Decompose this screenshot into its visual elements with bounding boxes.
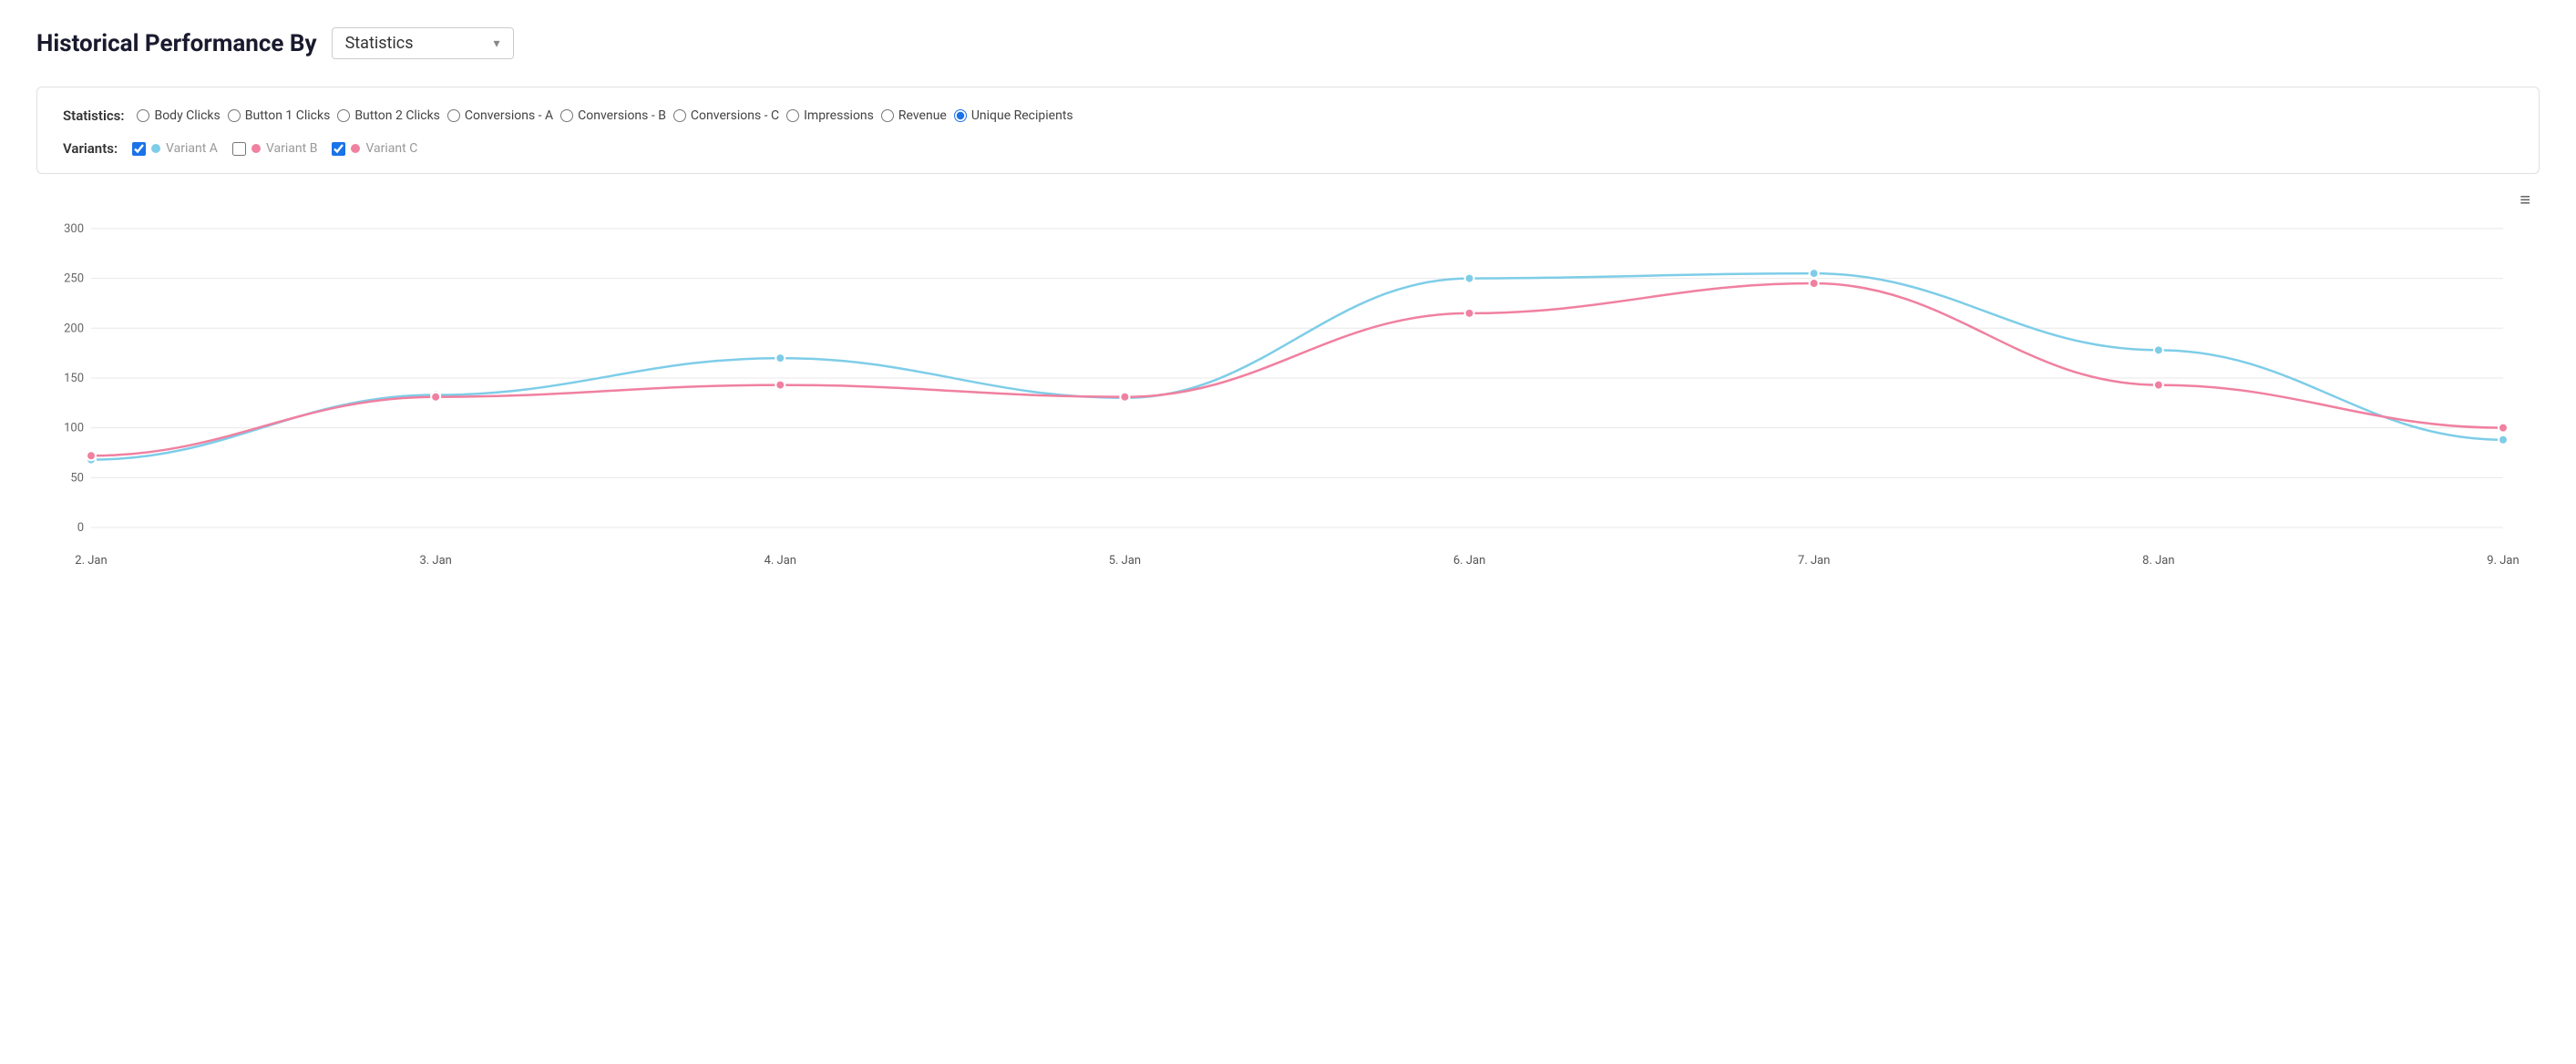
header-row: Historical Performance By Statistics ▾ <box>36 27 2540 59</box>
variant-item-variant-b[interactable]: Variant B <box>232 141 318 156</box>
variant-color-dot <box>251 144 261 153</box>
variants-options: Variant A Variant B Variant C <box>132 141 417 156</box>
svg-text:100: 100 <box>64 422 84 435</box>
svg-text:7. Jan: 7. Jan <box>1798 554 1830 568</box>
statistics-option-label: Unique Recipients <box>971 108 1073 123</box>
controls-panel: Statistics: Body Clicks Button 1 Clicks Bu… <box>36 87 2540 174</box>
statistics-option-body-clicks[interactable]: Body Clicks <box>137 108 220 123</box>
statistics-option-button2-clicks[interactable]: Button 2 Clicks <box>337 108 440 123</box>
svg-text:200: 200 <box>64 322 84 335</box>
chart-menu-icon[interactable]: ≡ <box>2520 190 2530 209</box>
statistics-dropdown[interactable]: Statistics ▾ <box>332 27 514 59</box>
statistics-option-impressions[interactable]: Impressions <box>786 108 874 123</box>
variant-label: Variant A <box>166 141 218 156</box>
statistics-option-label: Button 1 Clicks <box>245 108 331 123</box>
variant-color-dot <box>351 144 360 153</box>
page-title: Historical Performance By <box>36 30 317 57</box>
svg-text:4. Jan: 4. Jan <box>765 554 796 568</box>
svg-text:0: 0 <box>77 521 84 535</box>
svg-text:9. Jan: 9. Jan <box>2487 554 2519 568</box>
variant-label: Variant B <box>266 141 318 156</box>
dropdown-label: Statistics <box>345 34 485 53</box>
statistics-option-label: Conversions - A <box>465 108 553 123</box>
statistics-option-conversions-a[interactable]: Conversions - A <box>447 108 553 123</box>
statistics-option-conversions-c[interactable]: Conversions - C <box>673 108 779 123</box>
variants-row: Variants: Variant A Variant B Variant C <box>63 140 2513 157</box>
svg-text:5. Jan: 5. Jan <box>1109 554 1141 568</box>
variant-label: Variant C <box>365 141 417 156</box>
variant-color-dot <box>151 144 160 153</box>
statistics-option-button1-clicks[interactable]: Button 1 Clicks <box>228 108 331 123</box>
statistics-option-label: Conversions - C <box>691 108 779 123</box>
chart-svg: 0 50 100 150 200 250 300 2. Jan 3. Jan 4. Jan 5. J… <box>36 190 2540 573</box>
statistics-option-conversions-b[interactable]: Conversions - B <box>560 108 666 123</box>
statistics-option-label: Body Clicks <box>154 108 220 123</box>
svg-text:6. Jan: 6. Jan <box>1453 554 1485 568</box>
statistics-options: Body Clicks Button 1 Clicks Button 2 Click… <box>137 108 1076 123</box>
chevron-down-icon: ▾ <box>494 36 500 51</box>
statistics-option-label: Impressions <box>804 108 874 123</box>
statistics-option-label: Conversions - B <box>578 108 666 123</box>
statistics-label: Statistics: <box>63 107 124 124</box>
variant-item-variant-c[interactable]: Variant C <box>332 141 417 156</box>
svg-text:150: 150 <box>64 372 84 385</box>
svg-text:50: 50 <box>70 471 84 485</box>
variant-item-variant-a[interactable]: Variant A <box>132 141 218 156</box>
statistics-option-label: Revenue <box>898 108 947 123</box>
svg-text:250: 250 <box>64 272 84 286</box>
svg-text:3. Jan: 3. Jan <box>419 554 451 568</box>
statistics-row: Statistics: Body Clicks Button 1 Clicks Bu… <box>63 107 2513 124</box>
svg-text:8. Jan: 8. Jan <box>2142 554 2174 568</box>
statistics-option-label: Button 2 Clicks <box>354 108 440 123</box>
variants-label: Variants: <box>63 140 118 157</box>
svg-text:300: 300 <box>64 222 84 236</box>
statistics-option-revenue[interactable]: Revenue <box>881 108 947 123</box>
svg-text:2. Jan: 2. Jan <box>75 554 107 568</box>
statistics-option-unique-recipients[interactable]: Unique Recipients <box>954 108 1073 123</box>
chart-container: ≡ 0 50 100 150 200 250 300 2. Jan 3. Jan 4. Jan 5.… <box>36 190 2540 573</box>
